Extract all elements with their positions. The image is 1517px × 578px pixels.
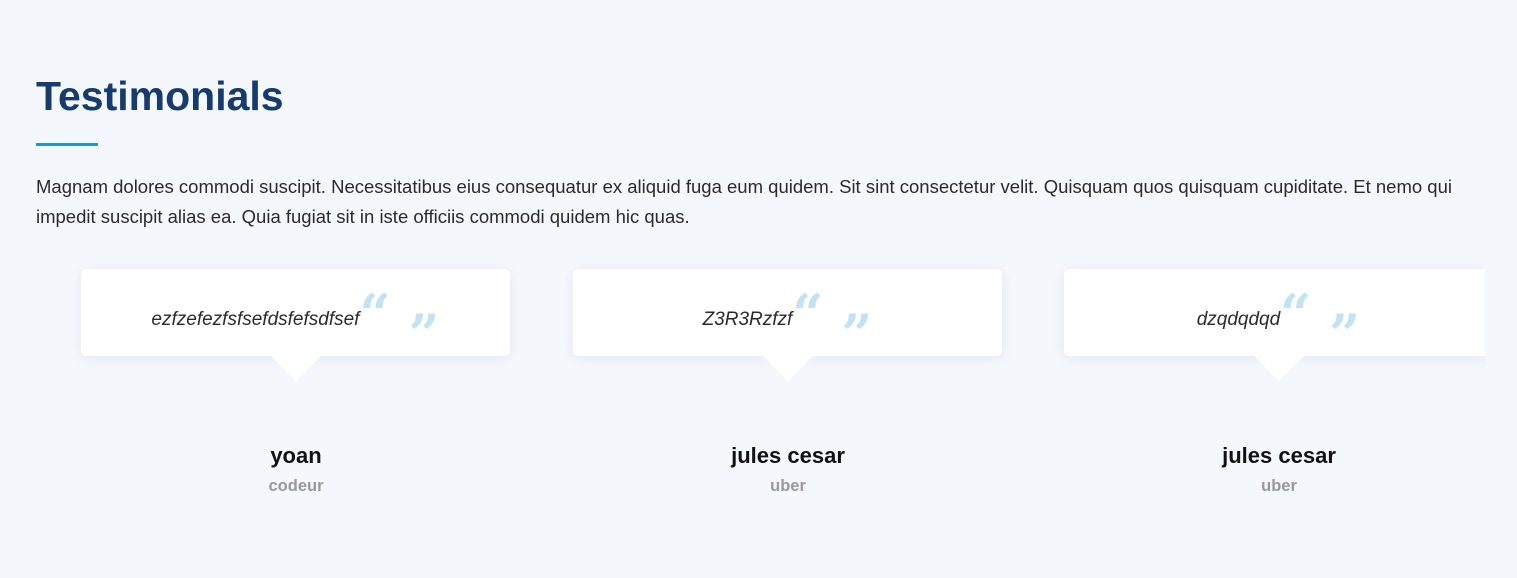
quote-line: Z3R3Rzfzf“” — [573, 287, 1002, 361]
testimonial-quote: Z3R3Rzfzf — [702, 309, 793, 330]
testimonial-role: uber — [1261, 477, 1297, 495]
quote-left-icon: “ — [792, 282, 824, 346]
section-title: Testimonials — [36, 73, 284, 119]
bubble-arrow — [762, 356, 813, 381]
quote-line: ezfzefezfsfsefdsfefsdfsef“” — [81, 287, 510, 361]
testimonial-bubble: ezfzefezfsfsefdsfefsdfsef“ ” — [81, 269, 510, 381]
quote-left-icon: “ — [1280, 282, 1312, 346]
testimonial-quote: dzqdqdqd — [1196, 309, 1281, 330]
quote-line: dzqdqdqd“” — [1064, 287, 1485, 361]
testimonial-quote: ezfzefezfsfsefdsfefsdfsef — [151, 309, 360, 330]
quote-right-icon: ” — [408, 302, 440, 366]
testimonials-section: Testimonials Magnam dolores commodi susc… — [0, 0, 1517, 578]
title-underline — [36, 143, 98, 146]
quote-right-icon: ” — [1329, 302, 1361, 366]
quote-left-icon: “ — [359, 282, 391, 346]
bubble-arrow — [1253, 356, 1304, 381]
quote-right-icon: ” — [841, 302, 873, 366]
testimonial-name: jules cesar — [731, 443, 845, 468]
section-intro: Magnam dolores commodi suscipit. Necessi… — [36, 176, 1452, 227]
bubble-arrow — [270, 356, 321, 381]
testimonial-role: uber — [770, 477, 806, 495]
testimonial-name: yoan — [270, 443, 322, 468]
testimonial-role: codeur — [268, 477, 324, 495]
testimonials-slider[interactable]: ezfzefezfsfsefdsfefsdfsef“” yoan codeur … — [36, 240, 1485, 530]
testimonial-bubble: dzqdqdqd“ ” — [1064, 269, 1485, 381]
testimonial-name: jules cesar — [1222, 443, 1336, 468]
testimonial-bubble: Z3R3Rzfzf“ ” — [573, 269, 1002, 381]
